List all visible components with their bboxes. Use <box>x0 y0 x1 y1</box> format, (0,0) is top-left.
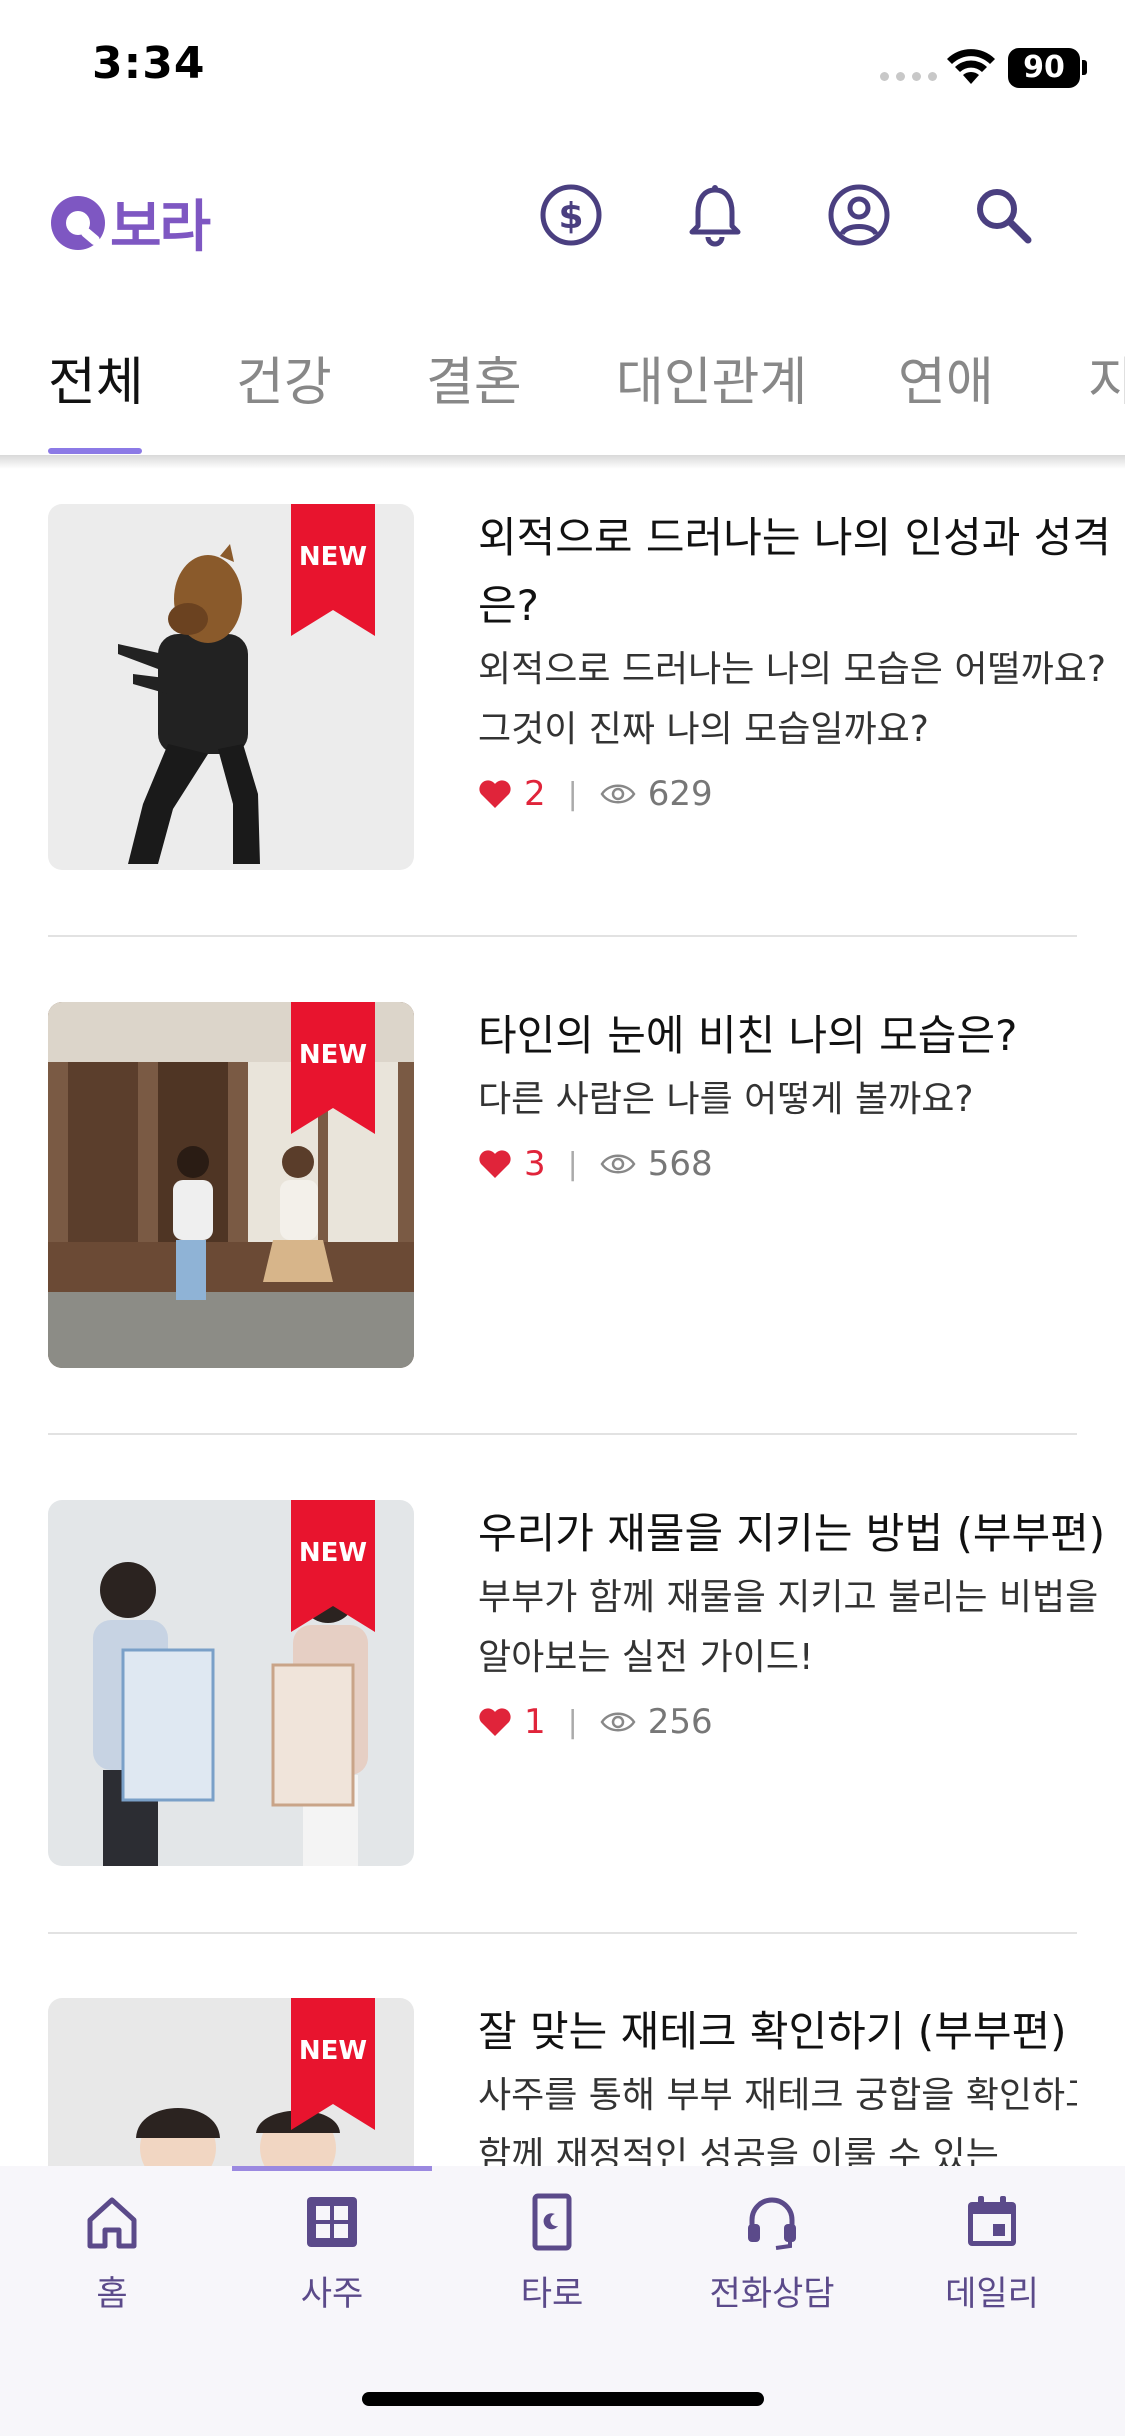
search-icon[interactable] <box>970 182 1036 248</box>
coin-icon[interactable]: $ <box>538 182 604 248</box>
headset-icon <box>748 2197 796 2250</box>
active-tab-indicator <box>48 448 142 454</box>
meta-separator: | <box>567 1146 578 1182</box>
heart-icon[interactable] <box>478 778 512 810</box>
nav-item-tarot[interactable]: 타로 <box>462 2192 642 2315</box>
article-meta: 3 | 568 <box>478 1134 1118 1194</box>
new-badge: NEW <box>291 1500 375 1632</box>
heart-icon[interactable] <box>478 1706 512 1738</box>
logo-mark-icon <box>51 195 105 250</box>
category-tabs: 전체 건강 결혼 대인관계 연애 지 <box>0 320 1125 455</box>
nav-item-home[interactable]: 홈 <box>22 2192 202 2315</box>
nav-label: 사주 <box>300 2274 364 2314</box>
new-badge: NEW <box>291 1002 375 1134</box>
article-card[interactable]: NEW 외적으로 드러나는 나의 인성과 성격은? 외적으로 드러나는 나의 모… <box>48 504 1111 870</box>
tab-all[interactable]: 전체 <box>48 340 144 415</box>
article-title[interactable]: 타인의 눈에 비친 나의 모습은? <box>478 1002 1118 1070</box>
article-card[interactable]: NEW 잘 맞는 재테크 확인하기 (부부편) 사주를 통해 부부 재테크 궁합… <box>48 1998 1077 2166</box>
new-badge-label: NEW <box>298 1538 368 1568</box>
article-description: 부부가 함께 재물을 지키고 불리는 비법을 알아보는 실전 가이드! <box>478 1577 1099 1678</box>
article-body: 잘 맞는 재테크 확인하기 (부부편) 사주를 통해 부부 재테크 궁합을 확인… <box>478 1998 1077 2166</box>
calendar-icon <box>968 2196 1016 2246</box>
cellular-signal-icon <box>880 72 937 81</box>
article-description: 외적으로 드러나는 나의 모습은 어떨까요? 그것이 진짜 나의 모습일까요? <box>478 649 1106 750</box>
tabs-shadow <box>0 455 1125 469</box>
app-header: 보라 $ <box>0 160 1125 270</box>
view-count: 568 <box>647 1144 713 1184</box>
new-badge: NEW <box>291 504 375 636</box>
app-logo[interactable]: 보라 <box>48 182 211 263</box>
home-icon <box>87 2197 137 2249</box>
svg-text:$: $ <box>558 196 583 237</box>
article-meta: 2 | 629 <box>478 764 1118 824</box>
battery-indicator: 90 <box>1008 48 1080 88</box>
meta-separator: | <box>567 1704 578 1740</box>
nav-label: 데일리 <box>945 2274 1039 2314</box>
new-badge-label: NEW <box>298 1040 368 1070</box>
profile-icon[interactable] <box>826 182 892 248</box>
like-count: 1 <box>524 1702 546 1742</box>
bell-icon[interactable] <box>682 182 748 248</box>
article-card[interactable]: NEW 우리가 재물을 지키는 방법 (부부편) 부부가 함께 재물을 지키고 … <box>48 1500 1105 1866</box>
article-title[interactable]: 잘 맞는 재테크 확인하기 (부부편) <box>478 1998 1077 2066</box>
eye-icon <box>600 784 636 804</box>
tarot-card-icon <box>532 2193 572 2251</box>
new-badge-label: NEW <box>298 542 368 572</box>
tab-relationships[interactable]: 대인관계 <box>616 340 807 415</box>
nav-label: 홈 <box>96 2274 128 2314</box>
tab-partial[interactable]: 지 <box>1088 340 1125 415</box>
like-count: 2 <box>524 774 546 814</box>
new-badge: NEW <box>291 1998 375 2130</box>
article-description: 사주를 통해 부부 재테크 궁합을 확인하고 함께 재정적인 성공을 이룰 수 … <box>478 2075 1077 2166</box>
meta-separator: | <box>567 776 578 812</box>
status-time: 3:34 <box>92 38 206 89</box>
article-title[interactable]: 외적으로 드러나는 나의 인성과 성격은? <box>478 504 1118 640</box>
logo-text: 보라 <box>110 195 211 260</box>
nav-label: 타로 <box>520 2274 584 2314</box>
divider <box>48 935 1077 937</box>
view-count: 256 <box>647 1702 713 1742</box>
article-meta: 1 | 256 <box>478 1692 1118 1752</box>
article-card[interactable]: NEW 타인의 눈에 비친 나의 모습은? 다른 사람은 나를 어떻게 볼까요?… <box>48 1002 1077 1368</box>
wifi-icon <box>947 49 995 84</box>
nav-item-daily[interactable]: 데일리 <box>902 2192 1082 2315</box>
nav-item-saju[interactable]: 사주 <box>242 2192 422 2315</box>
article-title[interactable]: 우리가 재물을 지키는 방법 (부부편) <box>478 1500 1118 1568</box>
nav-scroll-indicator <box>232 2166 432 2171</box>
divider <box>48 1433 1077 1435</box>
nav-item-phone-consult[interactable]: 전화상담 <box>682 2192 862 2315</box>
battery-nub <box>1082 60 1087 75</box>
saju-grid-icon <box>307 2197 357 2247</box>
view-count: 629 <box>647 774 713 814</box>
divider <box>48 1932 1077 1934</box>
new-badge-label: NEW <box>298 2036 368 2066</box>
article-description: 다른 사람은 나를 어떻게 볼까요? <box>478 1079 974 1120</box>
article-body: 외적으로 드러나는 나의 인성과 성격은? 외적으로 드러나는 나의 모습은 어… <box>478 504 1118 824</box>
tab-dating[interactable]: 연애 <box>898 340 994 415</box>
nav-label: 전화상담 <box>709 2274 835 2314</box>
like-count: 3 <box>524 1144 546 1184</box>
home-indicator <box>362 2392 764 2406</box>
article-body: 우리가 재물을 지키는 방법 (부부편) 부부가 함께 재물을 지키고 불리는 … <box>478 1500 1118 1752</box>
tab-health[interactable]: 건강 <box>236 340 332 415</box>
heart-icon[interactable] <box>478 1148 512 1180</box>
eye-icon <box>600 1712 636 1732</box>
status-bar: 3:34 90 <box>0 0 1125 140</box>
tab-marriage[interactable]: 결혼 <box>426 340 522 415</box>
article-body: 타인의 눈에 비친 나의 모습은? 다른 사람은 나를 어떻게 볼까요? 3 |… <box>478 1002 1118 1194</box>
eye-icon <box>600 1154 636 1174</box>
